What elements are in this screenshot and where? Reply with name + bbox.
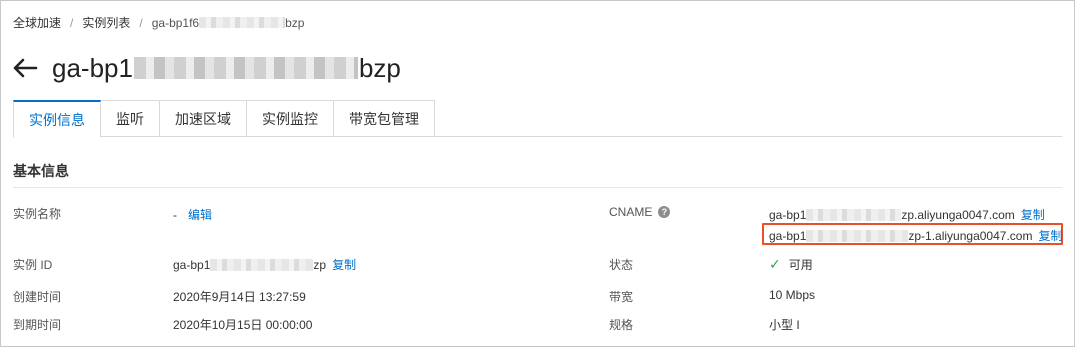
- tab-acceleration-areas[interactable]: 加速区域: [160, 100, 247, 137]
- breadcrumb-separator: /: [139, 15, 143, 30]
- field-label-expires: 到期时间: [13, 316, 61, 333]
- expires-value: 2020年10月15日 00:00:00: [173, 318, 313, 332]
- section-title: 基本信息: [13, 163, 69, 179]
- copy-id-link[interactable]: 复制: [332, 256, 356, 273]
- instance-id-label: 实例 ID: [13, 258, 53, 272]
- cname-line1-suffix: zp.aliyunga0047.com: [901, 207, 1015, 222]
- page-header: ga-bp1 bzp: [12, 50, 401, 86]
- page-title: ga-bp1 bzp: [52, 53, 401, 84]
- name-label: 实例名称: [13, 207, 62, 221]
- field-value-spec: 小型 I: [769, 316, 800, 333]
- breadcrumb-global-acceleration[interactable]: 全球加速: [13, 14, 61, 31]
- tab-instance-monitoring[interactable]: 实例监控: [247, 100, 334, 137]
- name-value: -: [173, 207, 177, 222]
- bandwidth-label: 带宽: [609, 290, 634, 304]
- title-prefix: ga-bp1: [52, 52, 133, 83]
- tab-instance-info[interactable]: 实例信息: [13, 100, 101, 138]
- arrow-left-icon[interactable]: [12, 55, 38, 81]
- field-label-spec: 规格: [609, 316, 633, 333]
- redacted-mask: [210, 258, 314, 271]
- copy-cname-1-link[interactable]: 复制: [1021, 206, 1045, 223]
- tab-bar: 实例信息 监听 加速区域 实例监控 带宽包管理: [13, 100, 1062, 138]
- title-suffix: bzp: [358, 52, 401, 83]
- copy-cname-2-link[interactable]: 复制: [1038, 227, 1062, 244]
- bandwidth-value: 10 Mbps: [769, 288, 816, 302]
- breadcrumb: 全球加速 / 实例列表 / ga-bp1f6 bzp: [13, 14, 304, 31]
- field-label-id: 实例 ID: [13, 256, 52, 273]
- cname-line2-prefix: ga-bp1: [769, 228, 807, 243]
- section-divider: [13, 187, 1062, 188]
- breadcrumb-current-suffix: bzp: [285, 15, 305, 30]
- field-value-cname-1: ga-bp1 zp.aliyunga0047.com 复制: [769, 206, 1045, 223]
- redacted-mask: [806, 208, 902, 221]
- cname-label: CNAME: [609, 205, 653, 219]
- created-label: 创建时间: [13, 290, 62, 304]
- created-value: 2020年9月14日 13:27:59: [173, 290, 306, 304]
- field-value-bandwidth: 10 Mbps: [769, 288, 815, 302]
- spec-label: 规格: [609, 318, 634, 332]
- cname-line1-prefix: ga-bp1: [769, 207, 807, 222]
- instance-id-suffix: zp: [313, 257, 327, 272]
- question-circle-icon[interactable]: ?: [658, 206, 671, 218]
- field-value-expires: 2020年10月15日 00:00:00: [173, 316, 312, 333]
- field-value-status: ✓ 可用: [769, 256, 813, 273]
- tab-listeners[interactable]: 监听: [101, 100, 160, 137]
- expires-label: 到期时间: [13, 318, 62, 332]
- breadcrumb-separator: /: [70, 15, 74, 30]
- field-label-name: 实例名称: [13, 205, 61, 222]
- check-icon: ✓: [769, 256, 781, 272]
- redacted-mask: [133, 57, 358, 79]
- field-value-id: ga-bp1 zp 复制: [173, 256, 356, 273]
- field-label-status: 状态: [609, 256, 633, 273]
- edit-name-link[interactable]: 编辑: [188, 206, 212, 223]
- tab-bandwidth-package[interactable]: 带宽包管理: [334, 100, 435, 137]
- instance-id-prefix: ga-bp1: [173, 257, 211, 272]
- cname-line2-suffix: zp-1.aliyunga0047.com: [908, 228, 1033, 243]
- breadcrumb-current-prefix: ga-bp1f6: [151, 15, 200, 30]
- status-label: 状态: [609, 258, 634, 272]
- field-label-created: 创建时间: [13, 288, 61, 305]
- field-value-name: - 编辑: [173, 206, 212, 223]
- redacted-mask: [199, 17, 286, 28]
- field-label-bandwidth: 带宽: [609, 288, 633, 305]
- spec-value: 小型 I: [769, 318, 800, 332]
- breadcrumb-instance-list[interactable]: 实例列表: [82, 14, 130, 31]
- field-value-created: 2020年9月14日 13:27:59: [173, 288, 306, 305]
- redacted-mask: [806, 229, 909, 242]
- field-label-cname: CNAME ?: [609, 205, 671, 219]
- field-value-cname-2: ga-bp1 zp-1.aliyunga0047.com 复制: [769, 227, 1062, 244]
- status-value: 可用: [788, 258, 813, 272]
